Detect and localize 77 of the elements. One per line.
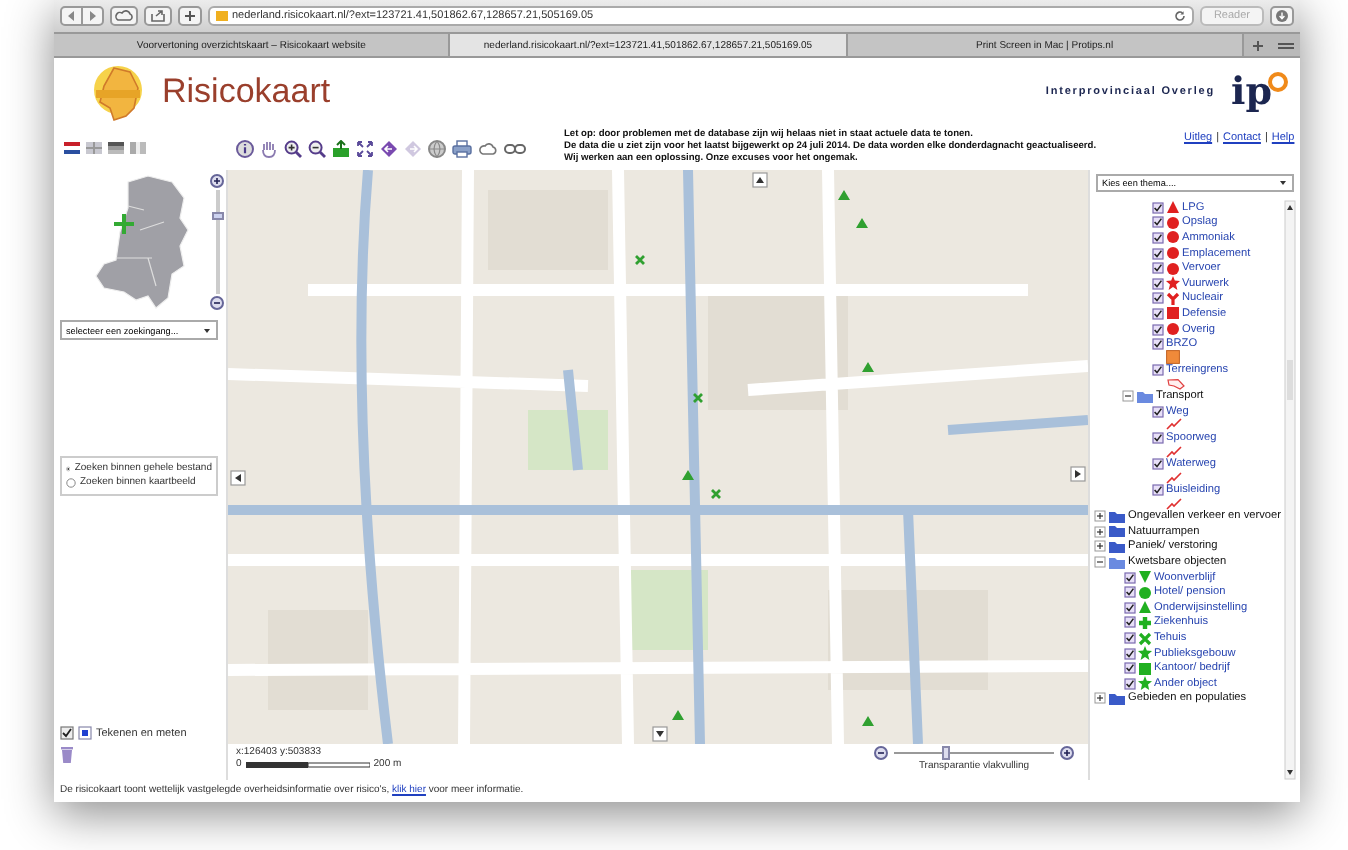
plus-icon[interactable] (1060, 746, 1074, 760)
expander-icon[interactable] (1094, 510, 1106, 523)
checkbox[interactable] (1152, 338, 1164, 351)
route-line-icon (1166, 418, 1182, 431)
expander-icon[interactable] (1094, 556, 1106, 569)
share-icon[interactable] (144, 6, 172, 26)
checkbox[interactable] (1152, 458, 1164, 471)
checkbox[interactable] (1152, 405, 1164, 418)
checkbox[interactable] (1124, 586, 1136, 599)
transparency-slider-handle[interactable] (942, 746, 950, 760)
dropdown-arrow-icon[interactable] (1278, 178, 1288, 188)
checkbox[interactable] (1152, 201, 1164, 214)
flag-icon[interactable] (64, 142, 80, 154)
cloud-icon[interactable] (478, 139, 498, 157)
dropdown-arrow-icon[interactable] (202, 325, 212, 335)
minus-icon[interactable] (874, 746, 888, 760)
trash-icon[interactable] (60, 746, 74, 764)
pan-up-icon[interactable] (752, 172, 768, 188)
route-line-icon (1166, 445, 1182, 458)
checkbox[interactable] (1124, 677, 1136, 690)
checkbox[interactable] (1152, 432, 1164, 445)
pencil-square-icon (78, 726, 92, 740)
add-icon[interactable] (178, 6, 202, 26)
checkbox[interactable] (60, 726, 74, 740)
full-extent-icon[interactable] (356, 139, 374, 157)
checkbox[interactable] (1152, 364, 1164, 377)
checkbox[interactable] (1124, 571, 1136, 584)
back-forward-icon[interactable] (60, 6, 104, 26)
checkbox[interactable] (1124, 647, 1136, 660)
partner-logo: ip (1230, 70, 1284, 114)
pan-down-icon[interactable] (652, 726, 668, 742)
scale-bar (245, 761, 370, 767)
zoom-slider-handle[interactable] (211, 212, 223, 221)
folder-icon (1136, 389, 1154, 404)
checkbox[interactable] (1152, 277, 1164, 290)
route-line-icon (1166, 497, 1182, 510)
expander-icon[interactable] (1094, 692, 1106, 705)
radio-button[interactable] (66, 478, 76, 488)
back-arrow-icon[interactable] (380, 139, 398, 157)
export-icon[interactable] (332, 139, 350, 157)
scrollbar[interactable] (1284, 200, 1296, 780)
expander-icon[interactable] (1094, 540, 1106, 553)
route-line-icon (1166, 471, 1182, 484)
checkbox[interactable] (1124, 616, 1136, 629)
checkbox[interactable] (1152, 216, 1164, 229)
folder-icon (1108, 691, 1126, 706)
link-icon[interactable] (504, 139, 526, 157)
checkbox[interactable] (1152, 292, 1164, 305)
pan-right-icon[interactable] (1070, 466, 1086, 482)
hand-icon[interactable] (260, 139, 278, 157)
checkbox[interactable] (1124, 601, 1136, 614)
checkbox[interactable] (1124, 662, 1136, 675)
checkbox[interactable] (1152, 262, 1164, 275)
zoom-out-icon[interactable] (308, 139, 326, 157)
download-icon[interactable] (1270, 6, 1294, 26)
checkbox[interactable] (1152, 307, 1164, 320)
fill-swatch-icon (1166, 350, 1180, 365)
pan-left-icon[interactable] (230, 470, 246, 486)
flag-icon[interactable] (108, 142, 124, 154)
zoom-in-icon[interactable] (284, 139, 302, 157)
cloud-icon[interactable] (110, 6, 138, 26)
zoom-out-icon[interactable] (210, 296, 224, 310)
printer-icon[interactable] (452, 139, 472, 157)
zoom-in-icon[interactable] (210, 174, 224, 188)
page-icon (216, 10, 228, 22)
boundary-outline-icon (1166, 377, 1186, 390)
expander-icon[interactable] (1122, 390, 1134, 403)
expander-icon[interactable] (1094, 525, 1106, 538)
checkbox[interactable] (1152, 484, 1164, 497)
checkbox[interactable] (1152, 231, 1164, 244)
checkbox[interactable] (1152, 323, 1164, 336)
info-icon[interactable] (236, 139, 254, 157)
checkbox[interactable] (1152, 247, 1164, 260)
globe-icon[interactable] (428, 139, 446, 157)
site-title: Risicokaart (162, 72, 331, 112)
reload-icon[interactable] (1173, 10, 1186, 22)
checkbox[interactable] (1124, 632, 1136, 645)
